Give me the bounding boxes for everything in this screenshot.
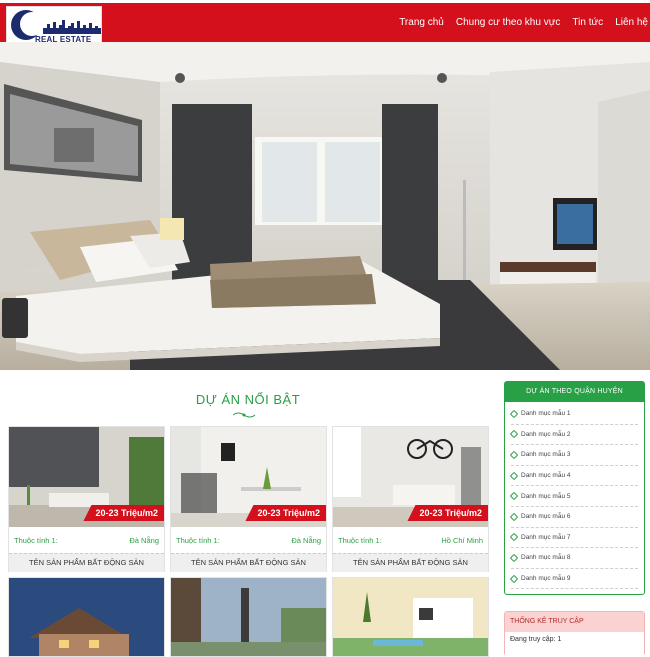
ornament-icon [232, 412, 256, 418]
district-list-item[interactable]: Danh mục mẫu 7 [509, 528, 638, 549]
district-list-item[interactable]: Danh mục mẫu 3 [509, 445, 638, 466]
property-image[interactable] [333, 578, 489, 657]
property-card[interactable] [332, 577, 489, 657]
bullet-icon [509, 491, 519, 501]
price-badge: 20-23 Triệu/m2 [83, 505, 164, 521]
featured-projects-title: DỰ ÁN NỔI BẬT [195, 392, 301, 407]
property-name[interactable]: TÊN SẢN PHẨM BẤT ĐỘNG SẢN [333, 553, 488, 572]
bullet-icon [509, 574, 519, 583]
price-badge: 20-23 Triệu/m2 [407, 505, 488, 521]
property-name[interactable]: TÊN SẢN PHẨM BẤT ĐỘNG SẢN [9, 553, 164, 572]
bullet-icon [509, 450, 519, 460]
site-header: REAL ESTATE Trang chủ Chung cư theo khu … [0, 0, 650, 46]
nav-home[interactable]: Trang chủ [399, 17, 444, 28]
district-list-item[interactable]: Danh mục mẫu 5 [509, 486, 638, 507]
main-nav: Trang chủ Chung cư theo khu vực Tin tức … [387, 17, 648, 28]
property-card[interactable]: 20-23 Triệu/m2 Thuộc tính 1: Đà Nẵng TÊN… [8, 426, 165, 572]
bullet-icon [509, 512, 519, 522]
district-projects-title: DỰ ÁN THEO QUẬN HUYỆN [505, 382, 644, 402]
nav-contact[interactable]: Liên hệ [615, 17, 648, 28]
property-card[interactable]: 20-23 Triệu/m2 Thuộc tính 1: Đà Nẵng TÊN… [170, 426, 327, 572]
district-list-item[interactable]: Danh mục mẫu 6 [509, 507, 638, 528]
district-list-item[interactable]: Danh mục mẫu 4 [509, 466, 638, 487]
district-list-item[interactable]: Danh mục mẫu 2 [509, 425, 638, 446]
skyline-logo-icon [43, 20, 101, 34]
attribute-value: Đà Nẵng [291, 536, 321, 545]
district-list: Danh mục mẫu 1 Danh mục mẫu 2 Danh mục m… [505, 402, 644, 590]
bullet-icon [509, 553, 519, 563]
property-image[interactable] [9, 578, 165, 657]
bullet-icon [509, 430, 519, 439]
district-list-item[interactable]: Danh mục mẫu 1 [509, 404, 638, 425]
property-card[interactable]: 20-23 Triệu/m2 Thuộc tính 1: Hồ Chí Minh… [332, 426, 489, 572]
attribute-label: Thuộc tính 1: [14, 536, 58, 545]
nav-apartments-by-area[interactable]: Chung cư theo khu vực [456, 17, 561, 28]
property-image[interactable] [171, 578, 327, 657]
bullet-icon [509, 409, 519, 419]
visitor-stats-title: THỐNG KÊ TRUY CẬP [505, 612, 644, 632]
attribute-label: Thuộc tính 1: [338, 536, 382, 545]
bedroom-banner-image [0, 42, 650, 370]
attribute-value: Hồ Chí Minh [441, 536, 483, 545]
nav-news[interactable]: Tin tức [572, 17, 603, 28]
property-card[interactable] [170, 577, 327, 657]
property-card[interactable] [8, 577, 165, 657]
district-projects-box: DỰ ÁN THEO QUẬN HUYỆN Danh mục mẫu 1 Dan… [504, 381, 645, 595]
bullet-icon [509, 471, 519, 480]
site-logo[interactable]: REAL ESTATE [6, 6, 102, 46]
attribute-value: Đà Nẵng [129, 536, 159, 545]
price-badge: 20-23 Triệu/m2 [245, 505, 326, 521]
visitor-stats-box: THỐNG KÊ TRUY CẬP Đang truy cập: 1 [504, 611, 645, 656]
attribute-label: Thuộc tính 1: [176, 536, 220, 545]
property-name[interactable]: TÊN SẢN PHẨM BẤT ĐỘNG SẢN [171, 553, 326, 572]
district-list-item[interactable]: Danh mục mẫu 8 [509, 548, 638, 569]
visitor-online-count: Đang truy cập: 1 [505, 632, 644, 656]
hero-banner [0, 42, 650, 370]
district-list-item[interactable]: Danh mục mẫu 9 [509, 569, 638, 590]
bullet-icon [509, 533, 519, 542]
